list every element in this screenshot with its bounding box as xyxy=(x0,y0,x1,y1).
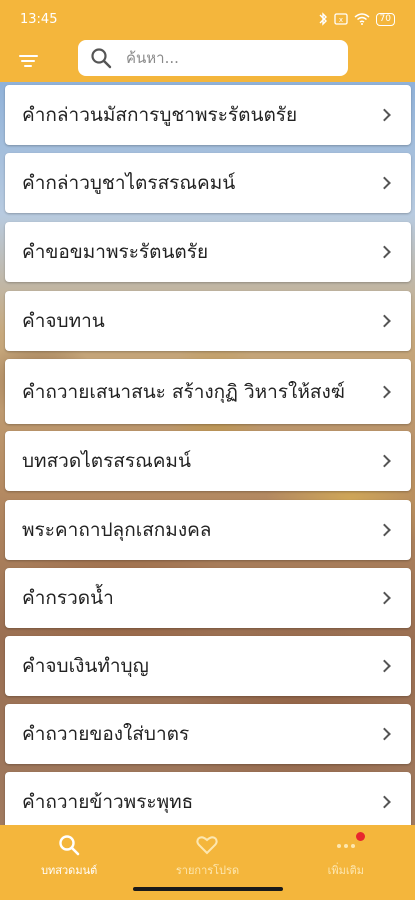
notification-badge xyxy=(355,832,365,841)
status-time: 13:45 xyxy=(20,11,58,27)
list-item[interactable]: คำถวายเสนาสนะ สร้างกุฏิ วิหารให้สงฆ์ xyxy=(5,359,411,424)
nav-tab-prayers[interactable]: บทสวดมนต์ xyxy=(0,825,138,900)
list-item-label: คำถวายเสนาสนะ สร้างกุฏิ วิหารให้สงฆ์ xyxy=(22,380,345,403)
list-item[interactable]: คำถวายข้าวพระพุทธ xyxy=(5,772,411,832)
more-icon xyxy=(336,844,355,848)
list-item-label: คำจบทาน xyxy=(22,310,105,332)
list-item-label: พระคาถาปลุกเสกมงคล xyxy=(22,519,212,541)
chevron-right-icon xyxy=(378,523,391,537)
list-item[interactable]: คำกล่าวบูชาไตรสรณคมน์ xyxy=(5,153,411,213)
list-item-label: คำกรวดน้ำ xyxy=(22,587,114,609)
list-item[interactable]: คำขอขมาพระรัตนตรัย xyxy=(5,222,411,282)
chevron-right-icon xyxy=(378,245,391,259)
list-item-label: คำถวายของใส่บาตร xyxy=(22,723,190,745)
chevron-right-icon xyxy=(378,591,391,605)
gesture-bar xyxy=(133,887,283,891)
list-item-label: คำจบเงินทำบุญ xyxy=(22,655,149,677)
chevron-right-icon xyxy=(378,108,391,122)
chevron-right-icon xyxy=(378,176,391,190)
search-input[interactable] xyxy=(126,49,326,67)
status-icons: x 70 xyxy=(318,12,395,26)
chevron-right-icon xyxy=(378,659,391,673)
battery-indicator: 70 xyxy=(375,12,395,26)
list-item-label: บทสวดไตรสรณคมน์ xyxy=(22,450,191,472)
heart-icon xyxy=(196,836,219,855)
list-item[interactable]: คำถวายของใส่บาตร xyxy=(5,704,411,764)
list-item-label: คำขอขมาพระรัตนตรัย xyxy=(22,241,209,263)
bluetooth-icon xyxy=(319,12,327,26)
nav-tab-label: เพิ่มเติม xyxy=(327,864,365,877)
list-item[interactable]: คำจบทาน xyxy=(5,291,411,351)
chevron-right-icon xyxy=(378,727,391,741)
nav-tab-label: รายการโปรด xyxy=(175,864,240,877)
list-item-label: คำถวายข้าวพระพุทธ xyxy=(22,791,194,813)
chevron-right-icon xyxy=(378,795,391,809)
list-item[interactable]: คำจบเงินทำบุญ xyxy=(5,636,411,696)
vibrate-icon: x xyxy=(333,13,348,25)
search-icon xyxy=(59,835,80,856)
list-item[interactable]: บทสวดไตรสรณคมน์ xyxy=(5,431,411,491)
search-box[interactable] xyxy=(78,40,348,76)
list-item-label: คำกล่าวนมัสการบูชาพระรัตนตรัย xyxy=(22,104,298,126)
app-header xyxy=(0,38,415,82)
svg-text:x: x xyxy=(338,16,342,24)
search-icon xyxy=(91,48,112,69)
list-item[interactable]: คำกรวดน้ำ xyxy=(5,568,411,628)
chevron-right-icon xyxy=(378,385,391,398)
nav-tab-label: บทสวดมนต์ xyxy=(41,864,98,877)
nav-tab-more[interactable]: เพิ่มเติม xyxy=(277,825,415,900)
list-item[interactable]: พระคาถาปลุกเสกมงคล xyxy=(5,500,411,560)
wifi-icon xyxy=(354,13,370,25)
list-item-label: คำกล่าวบูชาไตรสรณคมน์ xyxy=(22,172,236,194)
chevron-right-icon xyxy=(378,454,391,468)
filter-menu-icon[interactable] xyxy=(16,46,44,74)
status-bar: 13:45 x 70 xyxy=(0,0,415,38)
list-item[interactable]: คำกล่าวนมัสการบูชาพระรัตนตรัย xyxy=(5,85,411,145)
chevron-right-icon xyxy=(378,314,391,328)
